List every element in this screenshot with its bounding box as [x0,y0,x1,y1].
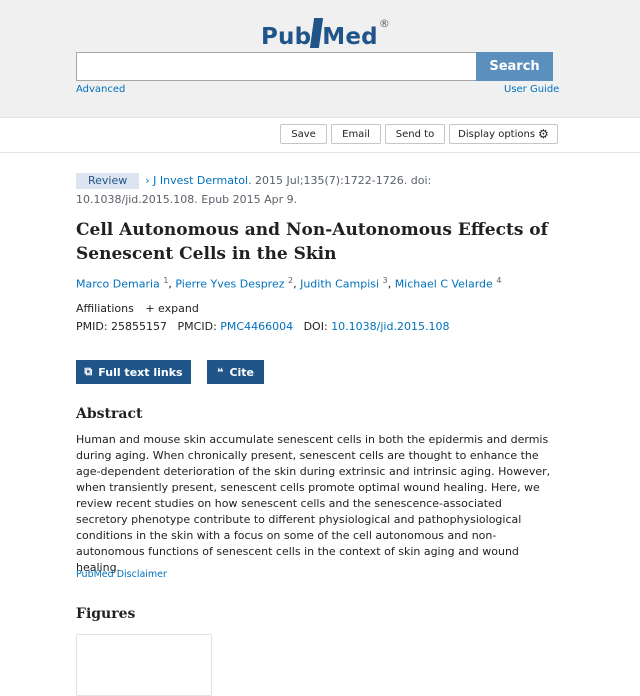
pmcid-label: PMCID: [177,320,217,333]
plus-icon: + [145,302,155,315]
search-button[interactable]: Search [476,52,553,81]
journal-link[interactable]: J Invest Dermatol [153,174,248,187]
expand-label: expand [158,302,199,315]
author-list: Marco Demaria 1, Pierre Yves Desprez 2, … [76,276,502,291]
abstract-text: Human and mouse skin accumulate senescen… [76,433,551,574]
pmid-value: 25855157 [111,320,168,333]
divider [0,152,640,153]
header-banner: Pub Med ® Search Advanced User Guide [0,0,640,118]
abstract-heading: Abstract [76,406,143,422]
author-link[interactable]: Michael C Velarde [395,278,493,291]
logo-registered: ® [378,17,391,30]
external-link-icon: ⧉ [84,365,93,378]
pmcid-link[interactable]: PMC4466004 [220,320,293,333]
quote-icon: ❝ [216,365,224,379]
send-to-button[interactable]: Send to [385,124,445,144]
author-affiliation-ref[interactable]: 4 [496,276,501,285]
epub-date: Epub 2015 Apr 9. [201,193,298,206]
user-guide-link[interactable]: User Guide [504,84,559,95]
pubmed-disclaimer-link[interactable]: PubMed Disclaimer [76,569,167,580]
advanced-search-link[interactable]: Advanced [76,84,125,95]
affiliations-label: Affiliations [76,302,134,315]
search-input[interactable] [76,52,476,81]
email-button[interactable]: Email [331,124,381,144]
author-link[interactable]: Pierre Yves Desprez [175,278,284,291]
identifiers-row: PMID: 25855157 PMCID: PMC4466004 DOI: 10… [76,320,449,333]
figures-heading: Figures [76,606,136,622]
pmid-label: PMID: [76,320,108,333]
primary-buttons: ⧉ Full text links ❝ Cite [76,360,264,384]
cite-label: Cite [229,365,255,379]
full-text-links-button[interactable]: ⧉ Full text links [76,360,191,384]
author-link[interactable]: Judith Campisi [300,278,379,291]
save-button[interactable]: Save [280,124,327,144]
display-options-button[interactable]: Display options ⚙ [449,124,558,144]
action-toolbar: Save Email Send to Display options ⚙ [280,124,558,144]
gear-icon: ⚙ [538,127,549,141]
display-options-label: Display options [458,128,536,140]
doi-link[interactable]: 10.1038/jid.2015.108 [331,320,449,333]
doi-label: DOI: [303,320,328,333]
logo-text-pub: Pub [261,24,312,50]
review-badge: Review [76,173,140,189]
full-text-links-label: Full text links [98,365,183,379]
article-title: Cell Autonomous and Non-Autonomous Effec… [76,220,548,264]
figure-thumbnail[interactable] [76,634,212,696]
search-bar: Search [76,52,553,81]
chevron-right-icon: › [145,174,150,187]
author-link[interactable]: Marco Demaria [76,278,160,291]
pubmed-logo[interactable]: Pub Med ® [261,14,390,50]
affiliations-row: Affiliations + expand [76,302,199,315]
cite-button[interactable]: ❝ Cite [207,360,264,384]
logo-text-med: Med [322,24,378,50]
expand-affiliations-toggle[interactable]: + expand [145,302,198,315]
citation-line: Review › J Invest Dermatol. 2015 Jul;135(… [76,171,556,209]
